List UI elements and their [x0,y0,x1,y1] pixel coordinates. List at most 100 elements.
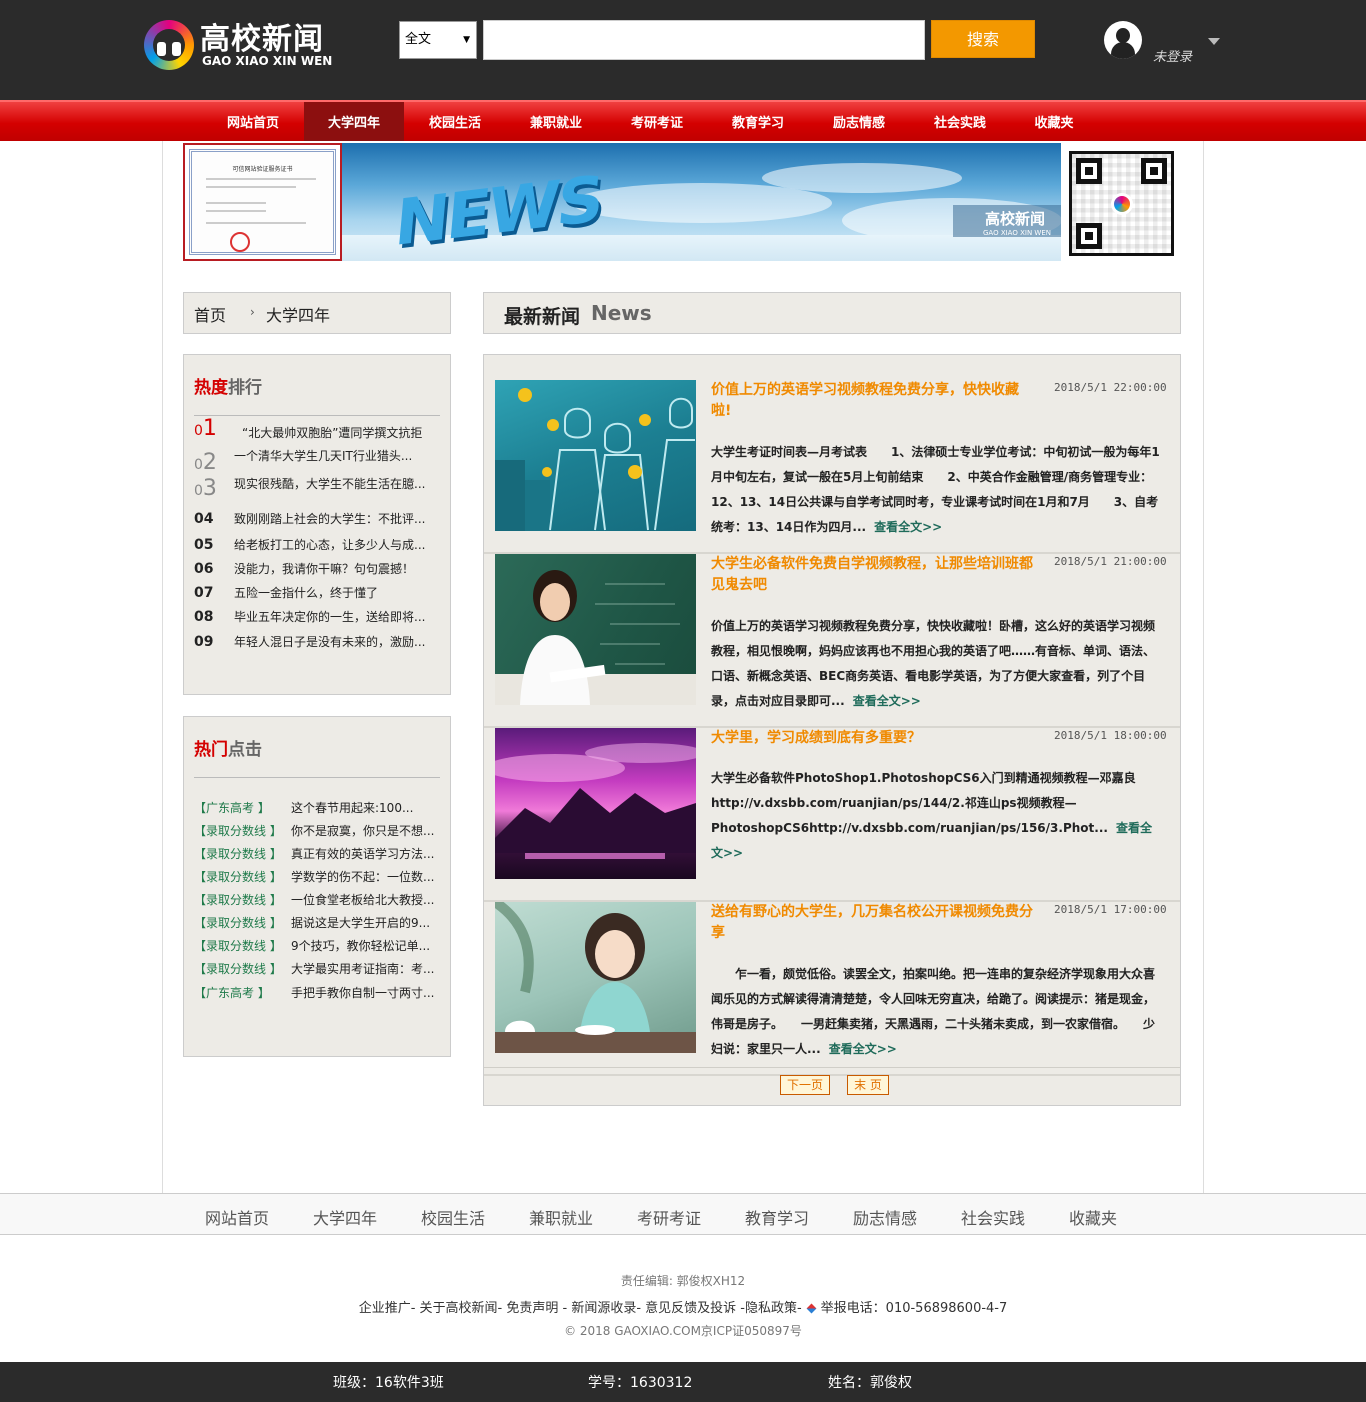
next-page-button[interactable]: 下一页 [780,1075,830,1095]
hot-click-tag[interactable]: 【录取分数线 】 [194,937,282,954]
footer-link-favorites[interactable]: 收藏夹 [1069,1205,1117,1229]
hot-click-tag[interactable]: 【录取分数线 】 [194,960,282,977]
news-title-link[interactable]: 大学里，学习成绩到底有多重要？ [711,728,1039,749]
ranking-item[interactable]: 08 毕业五年决定你的一生，送给即将... [194,603,440,627]
nav-item-exams[interactable]: 考研考证 [607,102,707,141]
footer-link-campus-life[interactable]: 校园生活 [421,1205,485,1229]
hot-click-item[interactable]: 【录取分数线 】你不是寂寞，你只是不想... [194,822,440,844]
news-thumbnail-girl-tea-photo[interactable] [495,902,696,1053]
ranking-item-text[interactable]: 五险一金指什么，终于懂了 [234,584,430,601]
ranking-item-text[interactable]: 给老板打工的心态，让多少人与成... [234,536,430,553]
rank-number: 06 [194,561,214,577]
read-more-link[interactable]: 查看全文>> [853,694,921,708]
rank-number: 02 [194,450,217,475]
search-scope-select[interactable]: 全文 ▼ [399,21,477,59]
nav-item-home[interactable]: 网站首页 [204,102,302,141]
footer-policy-links[interactable]: 企业推广- 关于高校新闻- 免责声明 - 新闻源收录- 意见反馈及投诉 -隐私政… [359,1301,802,1316]
hot-click-item[interactable]: 【录取分数线 】一位食堂老板给北大教授... [194,891,440,913]
read-more-link[interactable]: 查看全文>> [829,1042,897,1056]
search-input[interactable] [483,20,925,60]
ranking-item-text[interactable]: 致刚刚踏上社会的大学生：不批评... [234,510,430,527]
hot-click-text[interactable]: 学数学的伤不起：一位数... [291,868,436,885]
nav-item-social-practice[interactable]: 社会实践 [910,102,1010,141]
hot-click-tag[interactable]: 【录取分数线 】 [194,914,282,931]
ranking-item-text[interactable]: 现实很残酷，大学生不能生活在臆... [234,475,430,492]
hot-click-item[interactable]: 【广东高考 】 这个春节用起来:100... [194,799,440,821]
footer-link-home[interactable]: 网站首页 [205,1205,269,1229]
trust-certificate[interactable]: 可信网站验证服务证书 [183,143,342,261]
hot-click-text[interactable]: 9个技巧，教你轻松记单... [291,937,436,954]
hot-click-text[interactable]: 这个春节用起来:100... [291,799,436,816]
user-menu-caret-icon[interactable] [1208,38,1220,45]
footer-link-social-practice[interactable]: 社会实践 [961,1205,1025,1229]
hot-click-item[interactable]: 【录取分数线 】大学最实用考证指南：考... [194,960,440,982]
nav-item-college-years[interactable]: 大学四年 [304,102,404,141]
hot-click-tag[interactable]: 【录取分数线 】 [194,845,282,862]
ranking-item[interactable]: 05 给老板打工的心态，让多少人与成... [194,531,440,555]
read-more-link[interactable]: 查看全文>> [874,520,942,534]
nav-item-favorites[interactable]: 收藏夹 [1011,102,1097,141]
footer-link-education[interactable]: 教育学习 [745,1205,809,1229]
nav-item-education[interactable]: 教育学习 [708,102,808,141]
last-page-button[interactable]: 末 页 [847,1075,889,1095]
hot-click-tag[interactable]: 【广东高考 】 [194,799,270,816]
ranking-item[interactable]: 03 现实很残酷，大学生不能生活在臆... [194,476,440,503]
hot-click-text[interactable]: 大学最实用考证指南：考... [291,960,436,977]
footer-link-jobs[interactable]: 兼职就业 [529,1205,593,1229]
site-logo[interactable]: 高校新闻 GAO XIAO XIN WEN [144,14,344,74]
hot-click-item[interactable]: 【录取分数线 】真正有效的英语学习方法... [194,845,440,867]
hot-click-item[interactable]: 【录取分数线 】据说这是大学生开启的9... [194,914,440,936]
footer-link-college-years[interactable]: 大学四年 [313,1205,377,1229]
logo-subtitle: GAO XIAO XIN WEN [202,54,333,68]
hot-click-item[interactable]: 【录取分数线 】学数学的伤不起：一位数... [194,868,440,890]
ranking-item-text[interactable]: “北大最帅双胞胎”遭同学撰文抗拒 [242,424,438,441]
user-avatar-icon[interactable] [1104,21,1142,59]
ranking-item[interactable]: 09 年轻人混日子是没有未来的，激励... [194,628,440,652]
nav-item-jobs[interactable]: 兼职就业 [506,102,606,141]
rank-number: 07 [194,585,214,601]
ranking-item[interactable]: 07 五险一金指什么，终于懂了 [194,579,440,603]
hot-click-tag[interactable]: 【录取分数线 】 [194,891,282,908]
footer-report-phone: 举报电话：010-56898600-4-7 [820,1301,1008,1316]
hot-click-text[interactable]: 一位食堂老板给北大教授... [291,891,436,908]
hot-click-item[interactable]: 【广东高考 】 手把手教你自制一寸两寸... [194,984,440,1006]
breadcrumb-home[interactable]: 首页 [194,302,226,326]
banner-tag-subtitle: GAO XIAO XIN WEN [983,229,1051,237]
footer-editor: 责任编辑: 郭俊权XH12 [620,1274,746,1288]
breadcrumb-separator-icon: › [250,305,255,319]
news-title-link[interactable]: 价值上万的英语学习视频教程免费分享，快快收藏啦! [711,380,1039,422]
ranking-item-text[interactable]: 一个清华大学生几天IT行业猎头... [234,447,430,464]
banner-tag-title: 高校新闻 [985,210,1046,228]
ranking-item[interactable]: 02 一个清华大学生几天IT行业猎头... [194,449,440,477]
dropdown-arrow-icon: ▼ [463,35,470,45]
hot-click-tag[interactable]: 【广东高考 】 [194,984,270,1001]
login-status[interactable]: 未登录 [1153,46,1192,65]
ranking-item-text[interactable]: 没能力，我请你干嘛？句句震撼！ [234,560,430,577]
ranking-item-text[interactable]: 毕业五年决定你的一生，送给即将... [234,608,430,625]
ranking-item[interactable]: 01 “北大最帅双胞胎”遭同学撰文抗拒 [194,416,440,443]
hot-click-text[interactable]: 据说这是大学生开启的9... [291,914,436,931]
hot-click-text[interactable]: 你不是寂寞，你只是不想... [291,822,436,839]
ranking-item[interactable]: 06 没能力，我请你干嘛？句句震撼！ [194,555,440,579]
footer-link-exams[interactable]: 考研考证 [637,1205,701,1229]
news-title-link[interactable]: 大学生必备软件免费自学视频教程，让那些培训班都见鬼去吧 [711,554,1039,596]
hot-clicks-title: 热门点击 [194,740,262,760]
news-item: 大学生必备软件免费自学视频教程，让那些培训班都见鬼去吧 2018/5/1 21:… [484,554,1180,728]
ranking-item-text[interactable]: 年轻人混日子是没有未来的，激励... [234,633,430,650]
ranking-item[interactable]: 04 致刚刚踏上社会的大学生：不批评... [194,505,440,529]
footer-link-inspiration[interactable]: 励志情感 [853,1205,917,1229]
hot-click-text[interactable]: 真正有效的英语学习方法... [291,845,436,862]
nav-item-inspiration[interactable]: 励志情感 [809,102,909,141]
search-button[interactable]: 搜索 [931,20,1035,58]
hot-click-tag[interactable]: 【录取分数线 】 [194,868,282,885]
hot-click-item[interactable]: 【录取分数线 】 9个技巧，教你轻松记单... [194,937,440,959]
news-thumbnail-teacher-photo[interactable] [495,554,696,705]
hot-click-text[interactable]: 手把手教你自制一寸两寸... [291,984,436,1001]
news-thumbnail-business-illustration[interactable] [495,380,696,531]
search-scope-value: 全文 [405,32,432,47]
nav-item-campus-life[interactable]: 校园生活 [405,102,505,141]
news-thumbnail-pink-sky-photo[interactable] [495,728,696,879]
hot-click-tag[interactable]: 【录取分数线 】 [194,822,282,839]
news-title-link[interactable]: 送给有野心的大学生，几万集名校公开课视频免费分享 [711,902,1039,944]
rank-number: 01 [194,416,217,441]
